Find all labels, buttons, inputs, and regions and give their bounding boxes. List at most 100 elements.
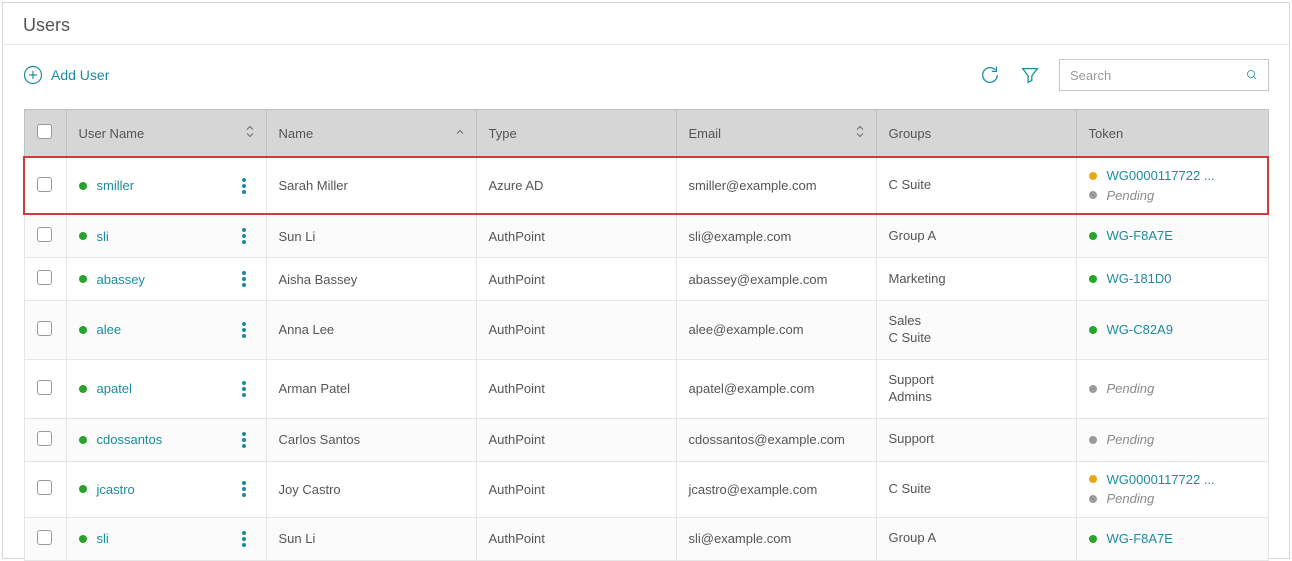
token-link[interactable]: WG-F8A7E (1107, 226, 1173, 246)
token-entry: Pending (1089, 430, 1256, 450)
email-cell: alee@example.com (676, 301, 876, 360)
table-row: smillerSarah MillerAzure ADsmiller@examp… (24, 157, 1268, 214)
token-status-dot-icon (1089, 191, 1097, 199)
token-entry: Pending (1089, 489, 1256, 509)
token-link[interactable]: WG-F8A7E (1107, 529, 1173, 549)
username-cell: jcastro (66, 461, 266, 517)
row-checkbox[interactable] (37, 270, 52, 285)
search-box[interactable] (1059, 59, 1269, 91)
page-title: Users (23, 15, 1269, 36)
groups-cell: C Suite (876, 157, 1076, 214)
row-checkbox-cell (24, 258, 66, 301)
groups-cell: Support (876, 418, 1076, 461)
filter-button[interactable] (1019, 64, 1041, 86)
row-checkbox-cell (24, 461, 66, 517)
plus-circle-icon (23, 65, 43, 85)
username-link[interactable]: smiller (97, 178, 135, 193)
add-user-button[interactable]: Add User (23, 65, 109, 85)
token-entry: Pending (1089, 186, 1256, 206)
row-actions-kebab[interactable] (238, 428, 250, 452)
token-cell: Pending (1076, 359, 1268, 418)
email-cell: sli@example.com (676, 214, 876, 258)
row-checkbox[interactable] (37, 431, 52, 446)
table-row: jcastroJoy CastroAuthPointjcastro@exampl… (24, 461, 1268, 517)
username-cell: sli (66, 214, 266, 258)
token-cell: WG0000117722 ...Pending (1076, 157, 1268, 214)
token-status-dot-icon (1089, 172, 1097, 180)
table-container: User Name Name Type (3, 109, 1289, 561)
groups-cell: Sales C Suite (876, 301, 1076, 360)
row-actions-kebab[interactable] (238, 318, 250, 342)
token-cell: WG-C82A9 (1076, 301, 1268, 360)
email-cell: jcastro@example.com (676, 461, 876, 517)
row-actions-kebab[interactable] (238, 224, 250, 248)
token-link[interactable]: WG0000117722 ... (1107, 470, 1215, 490)
token-link[interactable]: WG-181D0 (1107, 269, 1172, 289)
type-cell: AuthPoint (476, 418, 676, 461)
header-username[interactable]: User Name (66, 110, 266, 158)
type-cell: AuthPoint (476, 214, 676, 258)
username-cell: smiller (66, 157, 266, 214)
groups-cell: Marketing (876, 258, 1076, 301)
row-checkbox[interactable] (37, 227, 52, 242)
groups-cell: Support Admins (876, 359, 1076, 418)
header-email[interactable]: Email (676, 110, 876, 158)
select-all-checkbox[interactable] (37, 124, 52, 139)
row-actions-kebab[interactable] (238, 477, 250, 501)
row-checkbox-cell (24, 418, 66, 461)
name-cell: Arman Patel (266, 359, 476, 418)
header-name[interactable]: Name (266, 110, 476, 158)
search-input[interactable] (1070, 68, 1246, 83)
username-link[interactable]: sli (97, 229, 109, 244)
token-pending-label: Pending (1107, 489, 1155, 509)
token-status-dot-icon (1089, 275, 1097, 283)
row-checkbox[interactable] (37, 530, 52, 545)
token-cell: WG0000117722 ...Pending (1076, 461, 1268, 517)
sort-asc-icon (454, 126, 466, 141)
row-checkbox[interactable] (37, 177, 52, 192)
name-cell: Carlos Santos (266, 418, 476, 461)
token-cell: WG-181D0 (1076, 258, 1268, 301)
name-cell: Anna Lee (266, 301, 476, 360)
groups-cell: Group A (876, 517, 1076, 560)
table-row: abasseyAisha BasseyAuthPointabassey@exam… (24, 258, 1268, 301)
row-actions-kebab[interactable] (238, 377, 250, 401)
row-actions-kebab[interactable] (238, 174, 250, 198)
row-checkbox-cell (24, 359, 66, 418)
status-dot-icon (79, 326, 87, 334)
username-link[interactable]: alee (97, 322, 122, 337)
token-pending-label: Pending (1107, 430, 1155, 450)
add-user-label: Add User (51, 67, 109, 83)
token-link[interactable]: WG-C82A9 (1107, 320, 1173, 340)
token-entry: WG-C82A9 (1089, 320, 1256, 340)
row-checkbox[interactable] (37, 321, 52, 336)
email-cell: abassey@example.com (676, 258, 876, 301)
refresh-icon (979, 64, 1001, 86)
username-link[interactable]: jcastro (97, 482, 135, 497)
header-type[interactable]: Type (476, 110, 676, 158)
row-checkbox[interactable] (37, 480, 52, 495)
row-actions-kebab[interactable] (238, 267, 250, 291)
username-link[interactable]: abassey (97, 272, 145, 287)
token-cell: WG-F8A7E (1076, 517, 1268, 560)
token-pending-label: Pending (1107, 186, 1155, 206)
header-checkbox-cell (24, 110, 66, 158)
refresh-button[interactable] (979, 64, 1001, 86)
row-actions-kebab[interactable] (238, 527, 250, 551)
username-link[interactable]: sli (97, 531, 109, 546)
name-cell: Sarah Miller (266, 157, 476, 214)
panel-header: Users (3, 3, 1289, 45)
table-row: cdossantosCarlos SantosAuthPointcdossant… (24, 418, 1268, 461)
row-checkbox-cell (24, 157, 66, 214)
token-link[interactable]: WG0000117722 ... (1107, 166, 1215, 186)
row-checkbox[interactable] (37, 380, 52, 395)
username-link[interactable]: cdossantos (97, 432, 163, 447)
status-dot-icon (79, 182, 87, 190)
header-token[interactable]: Token (1076, 110, 1268, 158)
status-dot-icon (79, 485, 87, 493)
email-cell: apatel@example.com (676, 359, 876, 418)
header-groups[interactable]: Groups (876, 110, 1076, 158)
groups-cell: Group A (876, 214, 1076, 258)
username-link[interactable]: apatel (97, 381, 132, 396)
status-dot-icon (79, 385, 87, 393)
